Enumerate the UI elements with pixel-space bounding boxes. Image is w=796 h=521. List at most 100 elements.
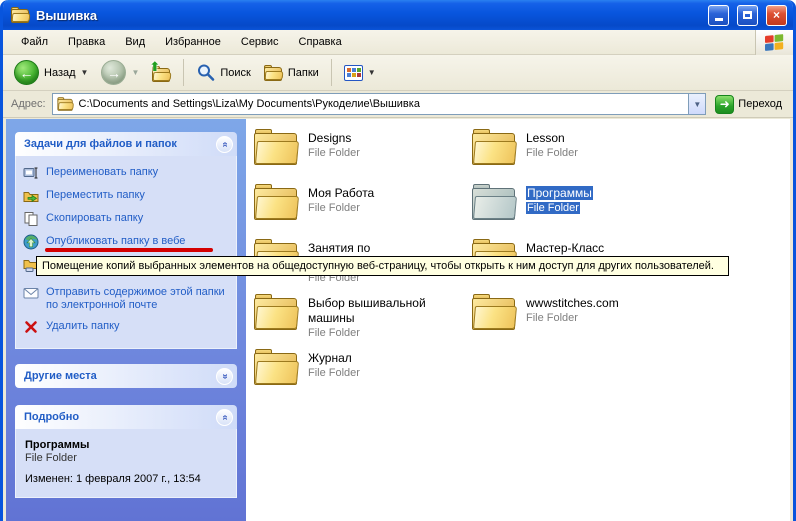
panel-file-tasks: Задачи для файлов и папок «	[15, 132, 237, 349]
folders-label: Папки	[288, 67, 319, 79]
forward-arrow-icon: →	[101, 60, 126, 85]
task-move-folder[interactable]: Переместить папку	[23, 188, 231, 204]
other-places-header[interactable]: Другие места «	[15, 364, 237, 388]
menu-bar: Файл Правка Вид Избранное Сервис Справка	[3, 30, 793, 55]
task-label: Отправить содержимое этой папки по элект…	[46, 285, 231, 312]
search-icon	[196, 63, 215, 82]
close-button[interactable]: ×	[766, 5, 787, 26]
task-rename-folder[interactable]: Переименовать папку	[23, 165, 231, 181]
search-button[interactable]: Поиск	[191, 60, 255, 85]
task-label: Удалить папку	[46, 319, 120, 333]
up-folder-icon: ⬆	[152, 66, 171, 82]
collapse-chevron-icon[interactable]: «	[216, 136, 233, 153]
address-folder-icon	[57, 97, 73, 111]
menu-tools[interactable]: Сервис	[231, 32, 289, 52]
folder-type: File Folder	[526, 202, 580, 214]
address-bar: Адрес: C:\Documents and Settings\Liza\My…	[3, 91, 793, 118]
folder-name: Программы	[526, 186, 593, 200]
expand-chevron-icon[interactable]: «	[216, 368, 233, 385]
details-modified-date: Изменен: 1 февраля 2007 г., 13:54	[25, 473, 228, 485]
folder-name: wwwstitches.com	[526, 296, 619, 310]
details-body: Программы File Folder Изменен: 1 февраля…	[15, 429, 237, 498]
search-label: Поиск	[220, 67, 250, 79]
menu-help[interactable]: Справка	[289, 32, 352, 52]
red-underline-annotation	[45, 248, 213, 252]
task-delete-folder[interactable]: Удалить папку	[23, 319, 231, 335]
folder-icon	[254, 183, 299, 221]
address-input[interactable]: C:\Documents and Settings\Liza\My Docume…	[52, 93, 707, 115]
toolbar-separator	[183, 59, 184, 86]
task-label: Скопировать папку	[46, 211, 143, 225]
file-tasks-body: Переименовать папку Переместить папку	[15, 156, 237, 349]
rename-icon	[23, 165, 39, 181]
folder-contents: Designs File Folder Lesson File Folder М…	[246, 119, 790, 521]
menu-file[interactable]: Файл	[11, 32, 58, 52]
copy-icon	[23, 211, 39, 227]
other-places-title: Другие места	[24, 370, 97, 382]
folder-item-programmy-selected[interactable]: Программы File Folder	[472, 183, 690, 238]
toolbar: ← Назад ▼ → ▼ ⬆ Поиск Папки	[3, 55, 793, 91]
address-path[interactable]: C:\Documents and Settings\Liza\My Docume…	[79, 98, 685, 110]
go-arrow-icon: ➜	[715, 95, 734, 114]
toolbar-separator	[331, 59, 332, 86]
folder-name: Lesson	[526, 131, 565, 145]
back-label: Назад	[44, 67, 76, 79]
menu-edit[interactable]: Правка	[58, 32, 115, 52]
views-button[interactable]: ▼	[339, 62, 381, 84]
forward-dropdown-caret[interactable]: ▼	[131, 68, 139, 77]
minimize-button[interactable]	[708, 5, 729, 26]
file-tasks-header[interactable]: Задачи для файлов и папок «	[15, 132, 237, 156]
task-email-folder[interactable]: Отправить содержимое этой папки по элект…	[23, 285, 231, 312]
task-sidebar: Задачи для файлов и папок «	[6, 119, 246, 521]
folder-icon-selected	[472, 183, 517, 221]
email-icon	[23, 285, 39, 301]
window-title: Вышивка	[36, 8, 700, 23]
folder-name: Мастер-Класс	[526, 241, 604, 255]
folder-item-designs[interactable]: Designs File Folder	[254, 128, 472, 183]
task-label: Переместить папку	[46, 188, 145, 202]
maximize-button[interactable]	[737, 5, 758, 26]
title-bar[interactable]: Вышивка ×	[3, 0, 793, 30]
menu-view[interactable]: Вид	[115, 32, 155, 52]
address-label: Адрес:	[11, 98, 46, 110]
folder-icon	[254, 293, 299, 331]
publish-web-icon	[23, 234, 39, 250]
folder-item-moya-rabota[interactable]: Моя Работа File Folder	[254, 183, 472, 238]
task-copy-folder[interactable]: Скопировать папку	[23, 211, 231, 227]
back-button[interactable]: ← Назад ▼	[9, 57, 93, 88]
task-label: Переименовать папку	[46, 165, 158, 179]
folders-icon	[264, 65, 283, 81]
task-label: Опубликовать папку в вебе	[46, 234, 185, 248]
go-label: Переход	[738, 98, 782, 110]
collapse-chevron-icon[interactable]: «	[216, 409, 233, 426]
folder-type: File Folder	[526, 312, 578, 324]
window-body: Задачи для файлов и папок «	[6, 119, 790, 521]
folder-name: Выбор вышивальной машины	[308, 296, 426, 325]
folder-item-lesson[interactable]: Lesson File Folder	[472, 128, 690, 183]
back-arrow-icon: ←	[14, 60, 39, 85]
up-button[interactable]: ⬆	[147, 60, 176, 85]
folder-type: File Folder	[526, 147, 578, 159]
folder-type: File Folder	[308, 367, 360, 379]
back-dropdown-caret[interactable]: ▼	[81, 68, 89, 77]
details-item-type: File Folder	[25, 452, 228, 464]
folder-item-zhurnal[interactable]: Журнал File Folder	[254, 348, 472, 403]
folders-button[interactable]: Папки	[259, 62, 324, 84]
details-header[interactable]: Подробно «	[15, 405, 237, 429]
folder-name: Designs	[308, 131, 351, 145]
address-dropdown-button[interactable]: ▼	[688, 94, 705, 114]
menu-favorites[interactable]: Избранное	[155, 32, 231, 52]
views-dropdown-caret[interactable]: ▼	[368, 68, 376, 77]
go-button[interactable]: ➜ Переход	[712, 93, 785, 116]
folder-icon	[472, 293, 517, 331]
publish-tooltip: Помещение копий выбранных элементов на о…	[36, 256, 729, 276]
folder-type: File Folder	[308, 147, 360, 159]
folder-type: File Folder	[308, 202, 360, 214]
forward-button[interactable]: → ▼	[96, 57, 144, 88]
task-publish-folder-web[interactable]: Опубликовать папку в вебе	[23, 234, 231, 250]
folder-item-vybor-mashiny[interactable]: Выбор вышивальной машины File Folder	[254, 293, 472, 348]
folder-item-wwwstitches[interactable]: wwwstitches.com File Folder	[472, 293, 690, 348]
explorer-window: Вышивка × Файл Правка Вид Избранное Серв…	[0, 0, 796, 521]
folder-name: Журнал	[308, 351, 352, 365]
details-item-name: Программы	[25, 439, 228, 451]
